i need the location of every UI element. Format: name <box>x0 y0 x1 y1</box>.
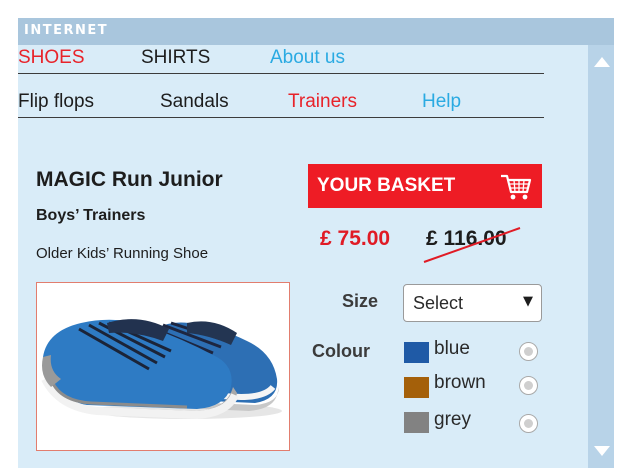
nav-item-about-us[interactable]: About us <box>270 47 345 69</box>
price-strikethrough-line <box>423 227 521 263</box>
brown-swatch <box>404 377 429 398</box>
size-label: Size <box>342 291 379 311</box>
product-subtitle: Boys’ Trainers <box>36 207 146 224</box>
colour-name-grey: grey <box>434 409 471 430</box>
window-title: INTERNET <box>24 23 109 38</box>
scroll-down-arrow-icon[interactable] <box>594 446 610 456</box>
nav-item-shoes[interactable]: SHOES <box>18 47 85 69</box>
scroll-up-arrow-icon[interactable] <box>594 57 610 67</box>
product-image <box>36 282 290 451</box>
product-title: MAGIC Run Junior <box>36 168 223 191</box>
nav-item-trainers[interactable]: Trainers <box>288 91 357 113</box>
secondary-nav: Flip flops Sandals Trainers Help <box>18 83 544 118</box>
nav-item-flip-flops[interactable]: Flip flops <box>18 91 94 113</box>
colour-radio-grey[interactable] <box>519 414 538 433</box>
colour-radio-brown[interactable] <box>519 376 538 395</box>
product-description: Older Kids’ Running Shoe <box>36 245 209 262</box>
size-select-value: Select <box>413 293 464 313</box>
vertical-scrollbar[interactable] <box>588 45 614 468</box>
basket-label: YOUR BASKET <box>317 175 456 196</box>
running-shoe-photo-icon <box>41 319 282 420</box>
size-select[interactable]: Select ▼ <box>403 284 542 322</box>
dropdown-arrow-icon: ▼ <box>523 294 533 309</box>
grey-swatch <box>404 412 429 433</box>
shopping-cart-icon <box>501 174 532 200</box>
colour-name-blue: blue <box>434 338 470 359</box>
nav-item-help[interactable]: Help <box>422 91 461 113</box>
primary-nav: SHOES SHIRTS About us <box>18 39 544 74</box>
your-basket-button[interactable]: YOUR BASKET <box>308 164 542 208</box>
colour-label: Colour <box>312 341 370 361</box>
blue-swatch <box>404 342 429 363</box>
colour-name-brown: brown <box>434 372 486 393</box>
nav-item-sandals[interactable]: Sandals <box>160 91 229 113</box>
colour-radio-blue[interactable] <box>519 342 538 361</box>
current-price: £ 75.00 <box>320 227 391 250</box>
nav-item-shirts[interactable]: SHIRTS <box>141 47 210 69</box>
